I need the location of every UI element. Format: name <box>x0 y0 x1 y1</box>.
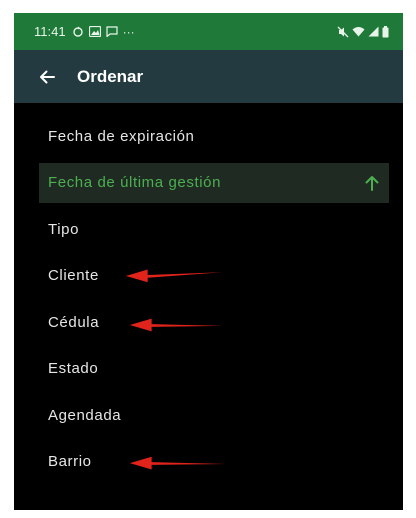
status-left-icons: ··· <box>72 26 135 38</box>
sort-option-label: Cédula <box>48 313 100 331</box>
mute-icon <box>337 26 349 37</box>
status-time: 11:41 <box>34 24 66 39</box>
sort-option-agendada[interactable]: Agendada <box>14 392 403 439</box>
sort-option-label: Tipo <box>48 220 80 238</box>
arrow-up-icon <box>365 175 379 191</box>
wifi-icon <box>352 27 365 37</box>
sort-option-label: Estado <box>48 360 99 378</box>
more-dots-icon: ··· <box>122 24 135 39</box>
sort-option-label: Fecha de última gestión <box>48 174 222 191</box>
sort-option-fecha-ultima-gestion[interactable]: Fecha de última gestión <box>39 162 389 203</box>
arrow-left-icon <box>40 70 55 83</box>
sort-option-cliente[interactable]: Cliente <box>14 253 403 300</box>
phone-screen: 11:41 ··· Ordenar Fecha de expiración Fe… <box>14 13 403 510</box>
sort-option-cedula[interactable]: Cédula <box>14 299 403 346</box>
back-button[interactable] <box>27 57 67 97</box>
app-bar: Ordenar <box>14 50 403 103</box>
sync-icon <box>72 26 83 37</box>
sort-option-label: Agendada <box>48 406 122 424</box>
signal-icon <box>368 26 379 37</box>
sort-option-fecha-expiracion[interactable]: Fecha de expiración <box>14 113 403 160</box>
sort-option-label: Barrio <box>48 453 92 471</box>
sort-option-tipo[interactable]: Tipo <box>14 206 403 253</box>
message-icon <box>105 26 118 37</box>
sort-options-list: Fecha de expiración Fecha de última gest… <box>14 113 403 485</box>
sort-option-estado[interactable]: Estado <box>14 346 403 393</box>
image-icon <box>88 26 101 37</box>
sort-option-label: Cliente <box>48 267 99 285</box>
page-title: Ordenar <box>77 66 144 86</box>
battery-icon <box>382 25 389 37</box>
status-right-icons <box>337 25 389 38</box>
status-bar: 11:41 ··· <box>14 13 403 50</box>
sort-option-label: Fecha de expiración <box>48 127 195 145</box>
sort-option-barrio[interactable]: Barrio <box>14 439 403 486</box>
